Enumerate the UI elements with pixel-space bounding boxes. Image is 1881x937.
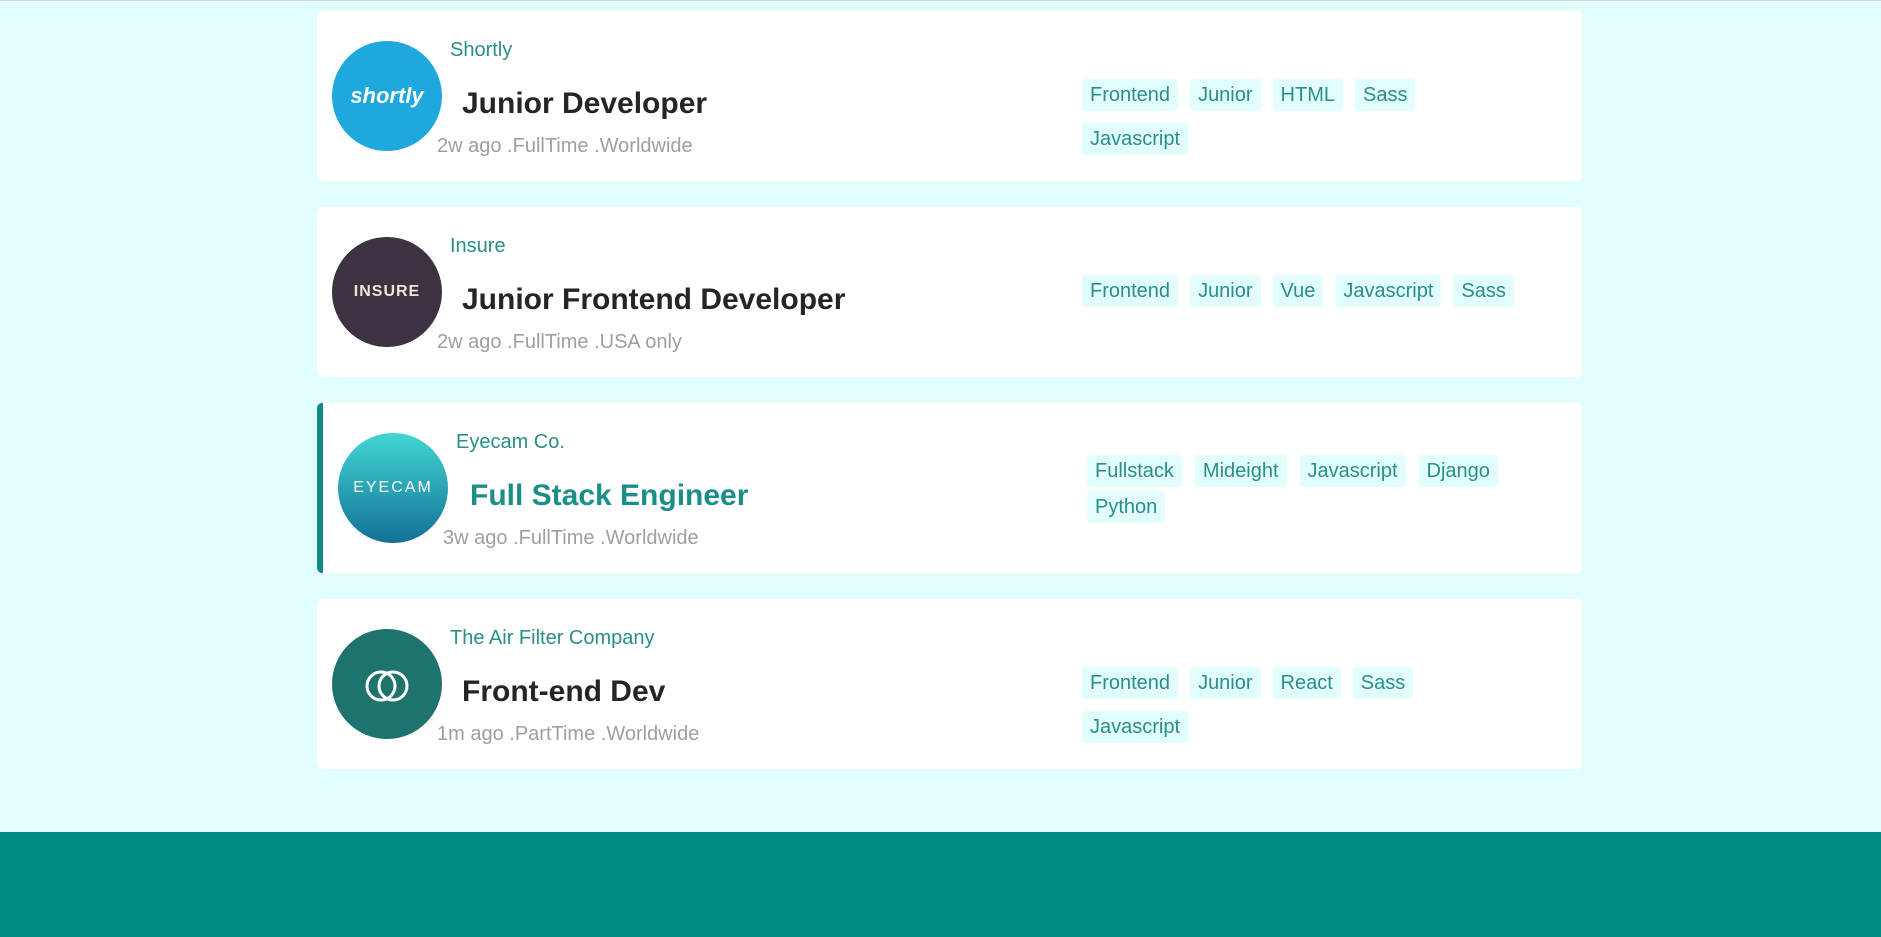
tag-junior[interactable]: Junior xyxy=(1190,667,1261,699)
job-meta: 2w ago .FullTime .USA only xyxy=(437,331,682,353)
logo-text: EYECAM xyxy=(353,479,433,496)
job-list: shortly Shortly Junior Developer 2w ago … xyxy=(317,11,1582,795)
tag-list: Frontend Junior React Sass Javascript xyxy=(1082,667,1522,743)
tag-frontend[interactable]: Frontend xyxy=(1082,79,1179,111)
insure-logo-icon: INSURE xyxy=(332,237,442,347)
job-title[interactable]: Junior Developer xyxy=(462,87,707,121)
logo-text: shortly xyxy=(350,83,424,108)
tag-django[interactable]: Django xyxy=(1418,455,1498,487)
tag-list: Frontend Junior HTML Sass Javascript xyxy=(1082,79,1522,155)
job-card[interactable]: The Air Filter Company Front-end Dev 1m … xyxy=(317,599,1582,769)
tag-list: Fullstack Mideight Javascript Django Pyt… xyxy=(1087,455,1527,523)
job-title[interactable]: Front-end Dev xyxy=(462,675,665,709)
eyecam-logo-icon: EYECAM xyxy=(338,433,448,543)
tag-frontend[interactable]: Frontend xyxy=(1082,275,1179,307)
job-card[interactable]: shortly Shortly Junior Developer 2w ago … xyxy=(317,11,1582,181)
tag-junior[interactable]: Junior xyxy=(1190,79,1261,111)
tag-react[interactable]: React xyxy=(1272,667,1341,699)
job-meta: 1m ago .PartTime .Worldwide xyxy=(437,723,700,745)
job-title[interactable]: Junior Frontend Developer xyxy=(462,283,845,317)
tag-html[interactable]: HTML xyxy=(1272,79,1343,111)
job-title[interactable]: Full Stack Engineer xyxy=(470,479,748,513)
rings-icon xyxy=(365,670,409,702)
tag-fullstack[interactable]: Fullstack xyxy=(1087,455,1182,487)
top-border xyxy=(0,0,1881,1)
company-name: Insure xyxy=(450,235,506,257)
company-name: The Air Filter Company xyxy=(450,627,655,649)
company-name: Shortly xyxy=(450,39,513,61)
tag-sass[interactable]: Sass xyxy=(1355,79,1416,111)
tag-javascript[interactable]: Javascript xyxy=(1082,711,1189,743)
tag-python[interactable]: Python xyxy=(1087,491,1166,523)
footer-bar xyxy=(0,832,1881,937)
tag-junior[interactable]: Junior xyxy=(1190,275,1261,307)
logo-text: INSURE xyxy=(353,283,421,300)
job-card-featured[interactable]: EYECAM Eyecam Co. Full Stack Engineer 3w… xyxy=(317,403,1582,573)
job-meta: 3w ago .FullTime .Worldwide xyxy=(443,527,699,549)
tag-javascript[interactable]: Javascript xyxy=(1299,455,1406,487)
tag-javascript[interactable]: Javascript xyxy=(1082,123,1189,155)
shortly-logo-icon: shortly xyxy=(332,41,442,151)
job-card[interactable]: INSURE Insure Junior Frontend Developer … xyxy=(317,207,1582,377)
tag-frontend[interactable]: Frontend xyxy=(1082,667,1179,699)
company-name: Eyecam Co. xyxy=(456,431,565,453)
tag-vue[interactable]: Vue xyxy=(1272,275,1324,307)
tag-sass[interactable]: Sass xyxy=(1352,667,1414,699)
job-meta: 2w ago .FullTime .Worldwide xyxy=(437,135,693,157)
tag-javascript[interactable]: Javascript xyxy=(1335,275,1442,307)
tag-sass[interactable]: Sass xyxy=(1453,275,1514,307)
tag-mideight[interactable]: Mideight xyxy=(1194,455,1287,487)
tag-list: Frontend Junior Vue Javascript Sass xyxy=(1082,275,1522,307)
air-filter-logo-icon xyxy=(332,629,442,739)
